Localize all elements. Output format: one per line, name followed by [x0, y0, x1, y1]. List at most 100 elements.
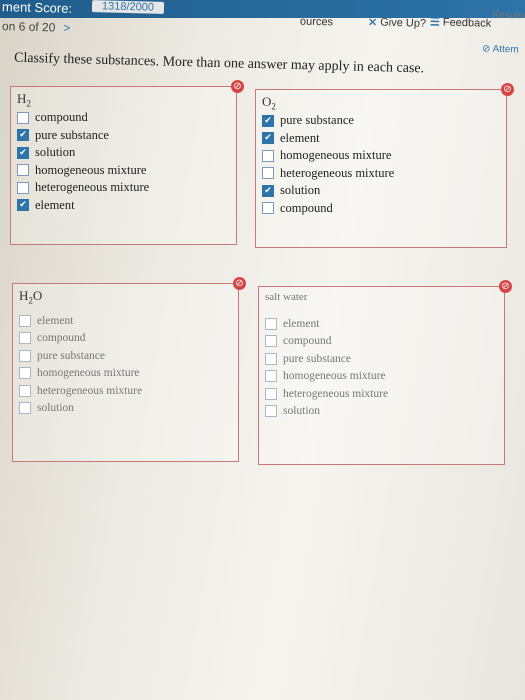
- feedback-button[interactable]: ☰ Feedback: [430, 15, 492, 30]
- checked-checkbox-icon[interactable]: ✔: [17, 199, 29, 212]
- checkbox-icon[interactable]: [265, 370, 277, 383]
- option-label: solution: [37, 402, 75, 415]
- question-navigator[interactable]: on 6 of 20 >: [2, 19, 71, 35]
- checkbox-icon[interactable]: [17, 111, 29, 124]
- options-o2: ✔ pure substance ✔ element homogeneous mixtu…: [262, 112, 394, 217]
- checked-checkbox-icon[interactable]: ✔: [17, 129, 29, 142]
- option-row[interactable]: ✔ element: [262, 130, 394, 148]
- option-label: heterogeneous mixture: [35, 180, 150, 195]
- option-row[interactable]: ✔ element: [17, 197, 149, 215]
- option-row[interactable]: pure substance: [19, 347, 142, 365]
- option-label: solution: [280, 183, 321, 198]
- attempt-indicator: ⊘ Attem: [481, 43, 519, 56]
- card-h2o: H2O ⊘ element compound pure substance homog…: [12, 277, 246, 462]
- checkbox-icon[interactable]: [265, 387, 277, 400]
- checkbox-icon[interactable]: [19, 314, 31, 327]
- formula-salt-water: salt water: [265, 291, 308, 303]
- option-label: homogeneous mixture: [35, 162, 147, 177]
- option-row[interactable]: compound: [19, 330, 142, 348]
- checkbox-icon[interactable]: [17, 164, 29, 177]
- formula-o2: O2: [262, 94, 276, 112]
- option-row[interactable]: compound: [17, 109, 149, 127]
- option-label: compound: [280, 200, 333, 215]
- checkbox-icon[interactable]: [262, 202, 274, 215]
- option-label: element: [283, 317, 320, 330]
- option-row[interactable]: heterogeneous mixture: [262, 165, 394, 183]
- option-row[interactable]: homogeneous mixture: [265, 368, 388, 386]
- checkbox-icon[interactable]: [265, 352, 277, 365]
- checkbox-icon[interactable]: [265, 335, 277, 348]
- card-h2: H2 ⊘ compound ✔ pure substance ✔ solution hom…: [10, 80, 244, 245]
- option-row[interactable]: homogeneous mixture: [17, 162, 149, 180]
- score-value: 1318/2000: [91, 0, 165, 14]
- checked-checkbox-icon[interactable]: ✔: [262, 132, 274, 145]
- checkbox-icon[interactable]: [19, 402, 31, 415]
- no-entry-icon: ⊘: [231, 80, 244, 93]
- option-label: compound: [283, 335, 332, 348]
- option-label: compound: [37, 332, 86, 345]
- option-row[interactable]: element: [19, 312, 142, 330]
- give-up-button[interactable]: ⨯ Give Up?: [368, 15, 426, 30]
- feedback-icon: ☰: [429, 16, 441, 29]
- checkbox-icon[interactable]: [19, 349, 31, 362]
- question-counter: on 6 of 20: [1, 19, 56, 35]
- no-entry-icon: ⊘: [481, 43, 491, 55]
- no-entry-icon: ⊘: [501, 83, 514, 96]
- checkbox-icon[interactable]: [17, 181, 29, 194]
- option-label: element: [280, 130, 320, 145]
- option-row[interactable]: compound: [265, 333, 388, 351]
- option-row[interactable]: ✔ solution: [17, 144, 149, 162]
- option-row[interactable]: pure substance: [265, 350, 388, 368]
- checked-checkbox-icon[interactable]: ✔: [262, 184, 274, 197]
- option-row[interactable]: element: [265, 315, 388, 333]
- give-up-icon: ⨯: [367, 16, 378, 29]
- option-label: homogeneous mixture: [280, 148, 392, 163]
- option-label: element: [35, 197, 75, 212]
- option-row[interactable]: solution: [265, 403, 388, 421]
- chevron-right-icon[interactable]: >: [63, 21, 70, 35]
- option-row[interactable]: homogeneous mixture: [262, 147, 394, 165]
- option-label: pure substance: [283, 352, 352, 365]
- option-label: compound: [35, 110, 88, 125]
- option-label: heterogeneous mixture: [37, 384, 143, 397]
- option-label: heterogeneous mixture: [280, 165, 395, 180]
- checked-checkbox-icon[interactable]: ✔: [262, 114, 274, 127]
- options-salt-water: element compound pure substance homogeneous…: [265, 315, 388, 420]
- no-entry-icon: ⊘: [233, 277, 246, 290]
- checkbox-icon[interactable]: [19, 384, 31, 397]
- resources-button[interactable]: ources: [300, 16, 333, 29]
- instruction-text: Classify these substances. More than one…: [13, 50, 425, 77]
- card-o2: O2 ⊘ ✔ pure substance ✔ element homogeneous …: [255, 83, 514, 248]
- option-row[interactable]: solution: [19, 400, 142, 418]
- option-row[interactable]: heterogeneous mixture: [19, 382, 142, 400]
- option-row[interactable]: compound: [262, 200, 394, 218]
- checkbox-icon[interactable]: [262, 149, 274, 162]
- option-row[interactable]: heterogeneous mixture: [17, 179, 149, 197]
- score-label: ment Score:: [1, 0, 73, 16]
- option-row[interactable]: ✔ pure substance: [262, 112, 394, 130]
- option-label: pure substance: [280, 113, 354, 128]
- card-salt-water: salt water ⊘ element compound pure substan…: [258, 280, 512, 465]
- option-label: homogeneous mixture: [37, 367, 140, 380]
- options-h2o: element compound pure substance homogeneous…: [19, 312, 142, 417]
- formula-h2o: H2O: [19, 288, 43, 306]
- checkbox-icon[interactable]: [19, 367, 31, 380]
- option-row[interactable]: heterogeneous mixture: [265, 385, 388, 403]
- checked-checkbox-icon[interactable]: ✔: [17, 146, 29, 159]
- option-row[interactable]: ✔ solution: [262, 182, 394, 200]
- options-h2: compound ✔ pure substance ✔ solution homogene…: [17, 109, 149, 214]
- checkbox-icon[interactable]: [265, 405, 277, 418]
- option-label: element: [37, 314, 74, 327]
- checkbox-icon[interactable]: [19, 332, 31, 345]
- no-entry-icon: ⊘: [499, 280, 512, 293]
- option-label: solution: [35, 145, 76, 160]
- checkbox-icon[interactable]: [262, 167, 274, 180]
- option-row[interactable]: homogeneous mixture: [19, 365, 142, 383]
- checkbox-icon[interactable]: [265, 317, 277, 330]
- option-label: heterogeneous mixture: [283, 387, 389, 400]
- option-label: homogeneous mixture: [283, 370, 386, 383]
- resume-button[interactable]: Resume: [492, 10, 525, 22]
- formula-h2: H2: [17, 91, 31, 109]
- option-label: solution: [283, 405, 321, 418]
- option-row[interactable]: ✔ pure substance: [17, 127, 149, 145]
